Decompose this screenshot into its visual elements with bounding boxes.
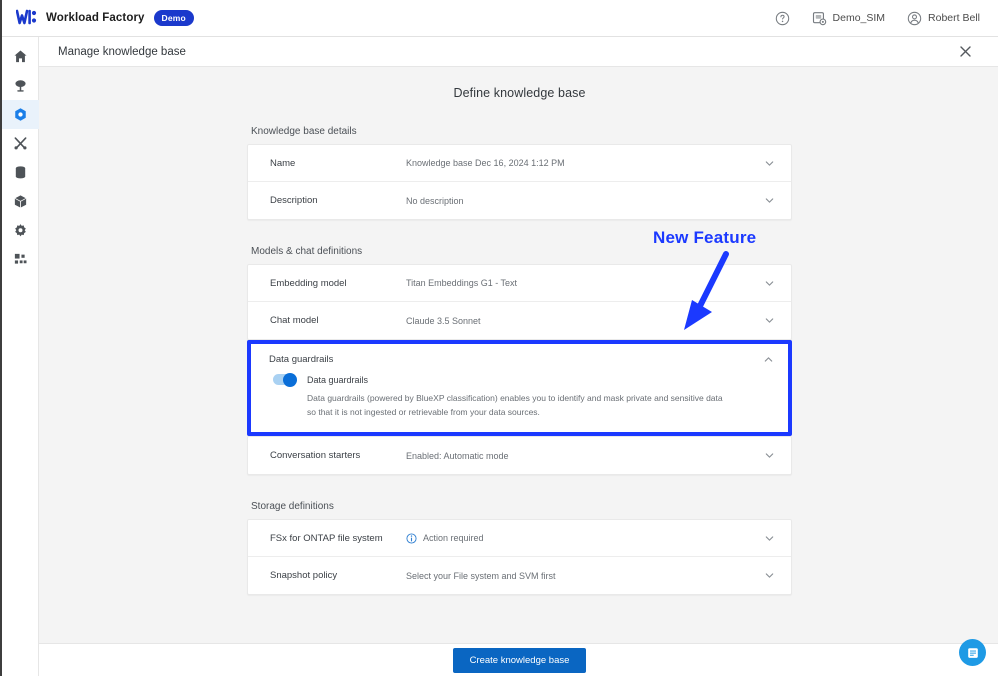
sidebar-item-workloads[interactable] xyxy=(2,100,39,129)
models-chat-card: Embedding model Titan Embeddings G1 - Te… xyxy=(247,264,792,340)
data-guardrails-toggle[interactable] xyxy=(273,374,296,385)
gear-icon xyxy=(13,223,28,238)
panel-header: Manage knowledge base xyxy=(39,37,998,67)
data-guardrails-toggle-row: Data guardrails xyxy=(269,374,770,385)
chevron-down-icon[interactable] xyxy=(764,278,775,289)
row-value: Select your File system and SVM first xyxy=(406,571,556,581)
close-icon xyxy=(960,46,971,57)
cloud-icon xyxy=(13,78,28,93)
row-label: Name xyxy=(270,158,406,169)
grid-icon xyxy=(13,252,28,267)
home-icon xyxy=(13,49,28,64)
toggle-label: Data guardrails xyxy=(307,375,368,385)
data-guardrails-description: Data guardrails (powered by BlueXP class… xyxy=(269,385,769,419)
top-bar: Workload Factory Demo Demo_SIM xyxy=(2,0,998,37)
sidebar-item-packages[interactable] xyxy=(2,187,39,216)
chevron-down-icon[interactable] xyxy=(764,158,775,169)
row-label: Data guardrails xyxy=(269,354,333,365)
chevron-down-icon[interactable] xyxy=(764,450,775,461)
row-conversation-starters[interactable]: Conversation starters Enabled: Automatic… xyxy=(248,437,791,474)
row-value: Claude 3.5 Sonnet xyxy=(406,316,481,326)
data-guardrails-header[interactable]: Data guardrails xyxy=(251,344,788,374)
sidebar-item-dashboard[interactable] xyxy=(2,245,39,274)
storage-definitions-card: FSx for ONTAP file system Action require… xyxy=(247,519,792,595)
row-label: Embedding model xyxy=(270,278,406,289)
description-line-1: Data guardrails (powered by BlueXP class… xyxy=(307,391,769,405)
data-guardrails-highlight: Data guardrails Data guardrails Data gua… xyxy=(247,340,792,436)
row-label: Description xyxy=(270,195,406,206)
workload-factory-logo-icon xyxy=(16,9,37,28)
sim-account-icon xyxy=(812,11,827,26)
question-circle-icon xyxy=(775,11,790,26)
account-selector[interactable]: Demo_SIM xyxy=(812,11,886,26)
description-line-2: so that it is not ingested or retrievabl… xyxy=(307,405,769,419)
sidebar-item-storage[interactable] xyxy=(2,158,39,187)
close-button[interactable] xyxy=(956,43,974,61)
group-label-details: Knowledge base details xyxy=(247,126,792,137)
group-label-models: Models & chat definitions xyxy=(247,246,792,257)
chevron-down-icon[interactable] xyxy=(764,195,775,206)
chevron-down-icon[interactable] xyxy=(764,570,775,581)
create-knowledge-base-button[interactable]: Create knowledge base xyxy=(453,648,587,673)
hexagon-icon xyxy=(13,107,28,122)
knowledge-base-details-card: Name Knowledge base Dec 16, 2024 1:12 PM… xyxy=(247,144,792,220)
row-name[interactable]: Name Knowledge base Dec 16, 2024 1:12 PM xyxy=(248,145,791,182)
demo-badge: Demo xyxy=(154,10,194,26)
row-label: FSx for ONTAP file system xyxy=(270,533,406,544)
row-value: Enabled: Automatic mode xyxy=(406,451,509,461)
user-circle-icon xyxy=(907,11,922,26)
account-name: Demo_SIM xyxy=(833,12,886,24)
cube-icon xyxy=(13,194,28,209)
database-icon xyxy=(13,165,28,180)
brand[interactable]: Workload Factory Demo xyxy=(2,9,194,28)
chevron-up-icon[interactable] xyxy=(763,354,774,365)
top-bar-actions: Demo_SIM Robert Bell xyxy=(775,11,998,26)
brand-name: Workload Factory xyxy=(46,12,145,24)
row-value: Action required xyxy=(423,533,484,543)
row-value: Knowledge base Dec 16, 2024 1:12 PM xyxy=(406,158,565,168)
row-label: Chat model xyxy=(270,315,406,326)
user-menu[interactable]: Robert Bell xyxy=(907,11,980,26)
sidebar-item-settings[interactable] xyxy=(2,216,39,245)
user-name: Robert Bell xyxy=(928,12,980,24)
row-value: Titan Embeddings G1 - Text xyxy=(406,278,517,288)
section-heading: Define knowledge base xyxy=(39,67,998,100)
footer-bar: Create knowledge base xyxy=(39,643,998,676)
row-snapshot-policy[interactable]: Snapshot policy Select your File system … xyxy=(248,557,791,594)
row-fsx-file-system[interactable]: FSx for ONTAP file system Action require… xyxy=(248,520,791,557)
sidebar-item-home[interactable] xyxy=(2,42,39,71)
chevron-down-icon[interactable] xyxy=(764,533,775,544)
main-content: Define knowledge base Knowledge base det… xyxy=(39,67,998,643)
chat-support-button[interactable] xyxy=(959,639,986,666)
row-embedding-model[interactable]: Embedding model Titan Embeddings G1 - Te… xyxy=(248,265,791,302)
row-label: Snapshot policy xyxy=(270,570,406,581)
page-title: Manage knowledge base xyxy=(39,46,186,58)
row-description[interactable]: Description No description xyxy=(248,182,791,219)
row-label: Conversation starters xyxy=(270,450,406,461)
row-value-group: Action required xyxy=(406,533,484,544)
tools-icon xyxy=(13,136,28,151)
help-button[interactable] xyxy=(775,11,790,26)
sidebar-item-tools[interactable] xyxy=(2,129,39,158)
chevron-down-icon[interactable] xyxy=(764,315,775,326)
sidebar xyxy=(2,37,39,676)
row-chat-model[interactable]: Chat model Claude 3.5 Sonnet xyxy=(248,302,791,339)
sidebar-item-cloud[interactable] xyxy=(2,71,39,100)
data-guardrails-body: Data guardrails Data guardrails (powered… xyxy=(251,374,788,432)
chat-bubble-icon xyxy=(966,646,980,660)
info-icon xyxy=(406,533,417,544)
conversation-starters-card: Conversation starters Enabled: Automatic… xyxy=(247,436,792,475)
group-label-storage: Storage definitions xyxy=(247,501,792,512)
row-value: No description xyxy=(406,196,464,206)
